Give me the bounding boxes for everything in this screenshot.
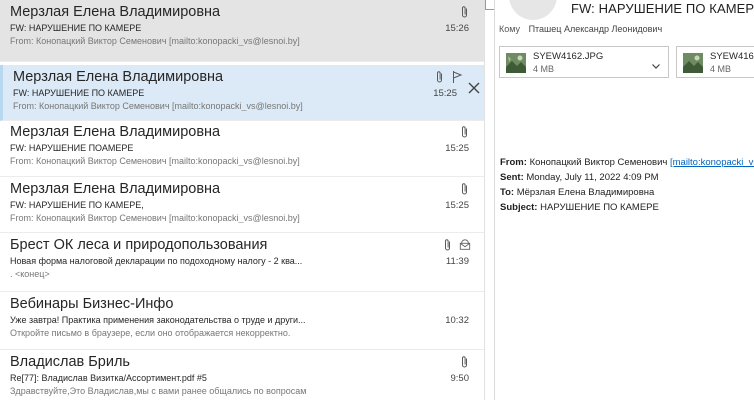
message-sender: Владислав Бриль [10, 354, 130, 370]
message-sender: Брест ОК леса и природопользования [10, 237, 268, 253]
paperclip-icon [459, 5, 471, 19]
image-thumbnail-icon [683, 53, 703, 73]
message-row[interactable]: Мерзлая Елена Владимировна FW: НАРУШЕНИЕ … [0, 65, 484, 121]
attachment-1[interactable]: SYEW4162.JPG 4 MB [499, 46, 669, 78]
message-subject: FW: НАРУШЕНИЕ ПО КАМЕРЕ [10, 23, 142, 33]
meeting-icon [459, 238, 471, 252]
sent-label: Sent: [500, 172, 524, 183]
message-sender: Мерзлая Елена Владимировна [13, 69, 224, 85]
message-status-icons [459, 181, 471, 197]
recipient-line: Кому Пташец Александр Леонидович [499, 24, 662, 34]
message-time: 15:25 [445, 200, 469, 211]
message-subject: Уже завтра! Практика применения законода… [10, 315, 306, 325]
message-row[interactable]: Брест ОК леса и природопользования Новая … [0, 233, 484, 292]
message-subject: FW: НАРУШЕНИЕ ПО КАМЕРЕ, [10, 200, 144, 210]
header-subject: Subject: НАРУШЕНИЕ ПО КАМЕРЕ [500, 202, 659, 213]
message-preview: . <конец> [10, 269, 50, 279]
message-sender: Мерзлая Елена Владимировна [10, 4, 221, 20]
header-from: From: Конопацкий Виктор Семенович [mailt… [500, 157, 754, 168]
flag-icon[interactable] [451, 70, 463, 84]
subject-value: НАРУШЕНИЕ ПО КАМЕРЕ [540, 202, 659, 213]
message-preview: From: Конопацкий Виктор Семенович [mailt… [13, 101, 303, 111]
message-row[interactable]: Владислав Бриль Re[77]: Владислав Визитка… [0, 350, 484, 400]
message-sender: Мерзлая Елена Владимировна [10, 181, 221, 197]
paperclip-icon [459, 355, 471, 369]
message-subject: Новая форма налоговой декларации по подо… [10, 256, 303, 266]
message-time: 9:50 [450, 373, 470, 384]
message-sender: Мерзлая Елена Владимировна [10, 124, 221, 140]
message-row[interactable]: Мерзлая Елена Владимировна FW: НАРУШЕНИЕ … [0, 0, 484, 62]
header-to: To: Мёрзлая Елена Владимировна [500, 187, 654, 198]
message-preview: From: Конопацкий Виктор Семенович [mailt… [10, 156, 300, 166]
reading-subject: FW: НАРУШЕНИЕ ПО КАМЕРЕ [571, 1, 754, 16]
message-row[interactable]: Мерзлая Елена Владимировна FW: НАРУШЕНИЕ … [0, 120, 484, 177]
message-status-icons [442, 237, 471, 253]
sent-value: Monday, July 11, 2022 4:09 PM [526, 172, 659, 183]
image-thumbnail-icon [506, 53, 526, 73]
from-mailto-link[interactable]: [mailto:konopacki_vs@lesnoi.by] [670, 157, 754, 168]
sender-avatar [509, 0, 557, 20]
message-subject: Re[77]: Владислав Визитка/Ассортимент.pd… [10, 373, 207, 383]
paperclip-icon [459, 182, 471, 196]
message-preview: From: Конопацкий Виктор Семенович [mailt… [10, 36, 300, 46]
message-time: 10:32 [445, 315, 469, 326]
reading-pane: FW: НАРУШЕНИЕ ПО КАМЕРЕ Кому Пташец Алек… [485, 0, 754, 400]
message-preview: From: Конопацкий Виктор Семенович [mailt… [10, 213, 300, 223]
attachment-size: 4 MB [533, 64, 555, 74]
attachment-size: 4 MB [710, 64, 732, 74]
chevron-down-icon[interactable] [651, 58, 661, 69]
delete-icon[interactable] [467, 81, 481, 95]
attachment-2[interactable]: SYEW4163.JPG 4 MB [676, 46, 754, 78]
message-preview: Здравствуйте,Это Владислав,мы с вами ран… [10, 386, 307, 396]
message-sender: Вебинары Бизнес-Инфо [10, 296, 174, 312]
from-value: Конопацкий Виктор Семенович [529, 157, 668, 168]
attachment-name: SYEW4163.JPG [710, 51, 754, 62]
message-preview: Откройте письмо в браузере, если оно ото… [10, 328, 291, 338]
header-sent: Sent: Monday, July 11, 2022 4:09 PM [500, 172, 659, 183]
to-value: Мёрзлая Елена Владимировна [516, 187, 655, 198]
message-status-icons [459, 354, 471, 370]
message-time: 15:25 [433, 88, 457, 99]
message-row[interactable]: Вебинары Бизнес-Инфо Уже завтра! Практика… [0, 292, 484, 350]
recipient-value[interactable]: Пташец Александр Леонидович [529, 24, 663, 34]
recipient-label: Кому [499, 24, 521, 34]
to-label: To: [500, 187, 515, 198]
message-status-icons [434, 69, 463, 85]
paperclip-icon [459, 125, 471, 139]
message-subject: FW: НАРУШЕНИЕ ПОАМЕРЕ [10, 143, 134, 153]
message-time: 15:25 [445, 143, 469, 154]
message-time: 15:26 [445, 23, 469, 34]
message-subject: FW: НАРУШЕНИЕ ПО КАМЕРЕ [13, 88, 145, 98]
attachment-name: SYEW4162.JPG [533, 51, 604, 62]
message-status-icons [459, 4, 471, 20]
message-list: Мерзлая Елена Владимировна FW: НАРУШЕНИЕ … [0, 0, 485, 400]
paperclip-icon [434, 70, 446, 84]
subject-label: Subject: [500, 202, 538, 213]
message-status-icons [459, 124, 471, 140]
from-label: From: [500, 157, 527, 168]
message-row[interactable]: Мерзлая Елена Владимировна FW: НАРУШЕНИЕ … [0, 177, 484, 233]
paperclip-icon [442, 238, 454, 252]
message-time: 11:39 [445, 256, 469, 267]
reading-pane-content: FW: НАРУШЕНИЕ ПО КАМЕРЕ Кому Пташец Алек… [494, 0, 754, 400]
